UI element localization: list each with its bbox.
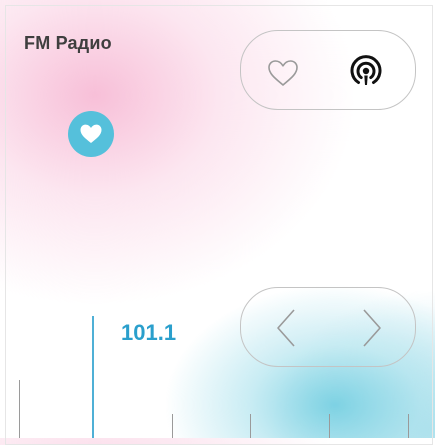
dial-tick xyxy=(329,414,330,438)
chevron-left-icon xyxy=(277,309,295,347)
chevron-right-icon xyxy=(363,309,381,347)
podcast-icon xyxy=(350,55,382,85)
dial-tick xyxy=(19,380,20,438)
dial-tick xyxy=(408,414,409,438)
next-station-button[interactable] xyxy=(354,305,390,351)
favorite-toggle-button[interactable] xyxy=(262,54,304,92)
heart-outline-icon xyxy=(268,60,298,86)
podcast-button[interactable] xyxy=(344,50,388,94)
frequency-display: 101.1 xyxy=(121,320,177,345)
tuner-needle[interactable] xyxy=(92,316,94,438)
previous-station-button[interactable] xyxy=(268,305,304,351)
heart-icon xyxy=(80,124,102,143)
dial-tick xyxy=(172,414,173,438)
favorite-badge[interactable] xyxy=(68,111,114,157)
dial-tick xyxy=(250,414,251,438)
page-title: FM Радио xyxy=(24,33,112,53)
